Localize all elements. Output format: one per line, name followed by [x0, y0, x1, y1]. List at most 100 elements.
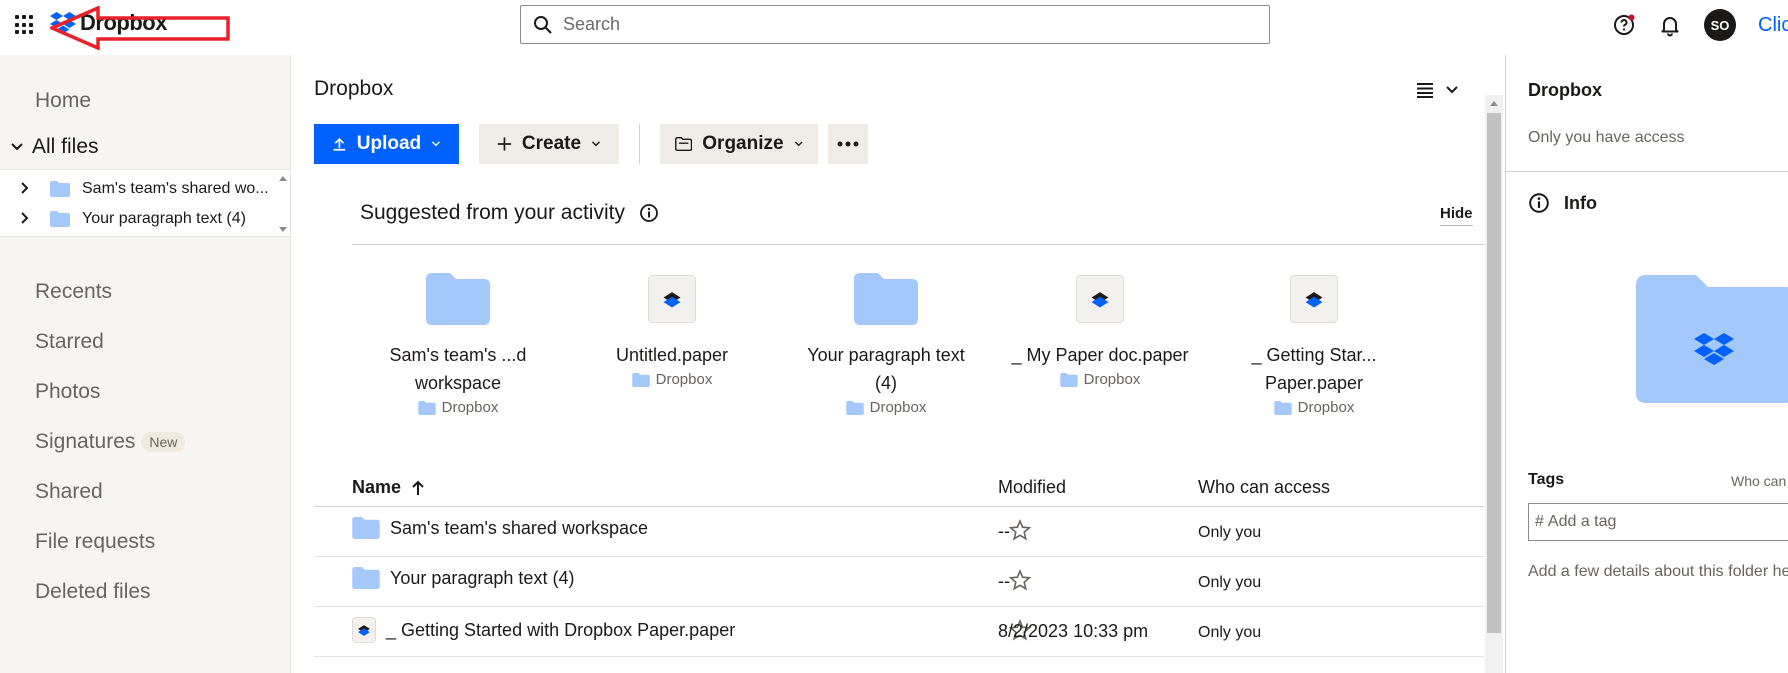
- info-icon[interactable]: [639, 203, 659, 223]
- access-cell: Only you: [1198, 524, 1262, 541]
- upload-label: Upload: [356, 133, 422, 154]
- tile-name: Your paragraph text (4): [807, 345, 965, 393]
- folder-icon: [854, 273, 918, 325]
- sidebar-item-starred[interactable]: Starred: [35, 330, 104, 354]
- chevron-right-icon[interactable]: [20, 211, 40, 227]
- search-bar[interactable]: [520, 5, 1270, 44]
- paper-doc-icon: [648, 275, 696, 323]
- tile-name: Sam's team's ...d workspace: [389, 345, 527, 393]
- folder-icon: [1059, 372, 1078, 387]
- paper-doc-icon: [352, 617, 376, 643]
- file-table-header: Name Modified Who can access: [314, 467, 1484, 507]
- folder-icon: [426, 273, 490, 325]
- sort-ascending-icon: [412, 480, 424, 495]
- file-name-cell[interactable]: Your paragraph text (4): [352, 567, 574, 589]
- file-name-cell[interactable]: Sam's team's shared workspace: [352, 517, 648, 539]
- table-row[interactable]: Sam's team's shared workspace -- Only yo…: [314, 507, 1484, 557]
- folder-tree: Sam's team's shared wo... Your paragraph…: [0, 169, 290, 237]
- tags-label: Tags: [1528, 471, 1565, 488]
- tree-scrollbar[interactable]: [278, 174, 288, 234]
- folder-icon: [352, 517, 380, 539]
- column-modified[interactable]: Modified: [998, 477, 1066, 498]
- sidebar-item-signatures[interactable]: Signatures New: [35, 430, 186, 454]
- sidebar-item-photos[interactable]: Photos: [35, 380, 100, 404]
- folder-icon: [50, 181, 70, 197]
- suggested-tile[interactable]: Sam's team's ...d workspace Dropbox: [358, 267, 558, 416]
- suggested-tile[interactable]: Your paragraph text (4) Dropbox: [786, 267, 986, 416]
- upload-icon: [333, 137, 346, 151]
- scroll-thumb[interactable]: [1487, 113, 1501, 633]
- chevron-right-icon[interactable]: [20, 181, 40, 197]
- chevron-down-icon: [432, 141, 441, 147]
- tree-item-sams-team[interactable]: Sam's team's shared wo...: [0, 174, 278, 204]
- info-section-toggle[interactable]: Info: [1528, 192, 1597, 214]
- sidebar-item-recents[interactable]: Recents: [35, 280, 112, 304]
- sidebar-item-all-files[interactable]: All files: [10, 135, 99, 159]
- column-name[interactable]: Name: [352, 477, 425, 498]
- chevron-down-icon[interactable]: [10, 140, 24, 154]
- top-bar: Dropbox SO Click: [0, 0, 1788, 55]
- create-button[interactable]: Create: [479, 124, 619, 164]
- suggested-title: Suggested from your activity: [360, 201, 625, 224]
- access-cell: Only you: [1198, 624, 1262, 641]
- organize-button[interactable]: Organize: [660, 124, 818, 164]
- hash-icon: #: [1535, 513, 1544, 530]
- star-icon[interactable]: [1009, 569, 1031, 591]
- main-scrollbar[interactable]: [1485, 95, 1503, 673]
- table-row[interactable]: Your paragraph text (4) -- Only you: [314, 557, 1484, 607]
- upgrade-link[interactable]: Click: [1758, 14, 1788, 37]
- tile-location: Dropbox: [1000, 371, 1200, 388]
- tree-item-paragraph-text[interactable]: Your paragraph text (4): [0, 204, 278, 234]
- tile-location: Dropbox: [786, 399, 986, 416]
- tag-input-field[interactable]: #: [1528, 503, 1788, 541]
- plus-icon: [497, 137, 512, 151]
- scroll-up-icon[interactable]: [1485, 97, 1503, 111]
- sidebar: Home All files Sam's team's shared wo...…: [0, 55, 291, 673]
- details-hint[interactable]: Add a few details about this folder he: [1528, 563, 1788, 581]
- paper-doc-icon: [1076, 275, 1124, 323]
- help-icon[interactable]: [1612, 13, 1636, 37]
- hide-suggestions-link[interactable]: Hide: [1440, 205, 1473, 226]
- tree-item-label: Sam's team's shared wo...: [82, 180, 269, 197]
- app-grid-icon[interactable]: [15, 15, 35, 35]
- suggested-tile[interactable]: Untitled.paper Dropbox: [572, 267, 772, 388]
- sidebar-item-label: All files: [32, 135, 99, 158]
- folder-icon: [352, 567, 380, 589]
- upload-button[interactable]: Upload: [314, 124, 459, 164]
- access-cell: Only you: [1198, 574, 1262, 591]
- column-who-can-access: Who can access: [1198, 477, 1331, 497]
- sidebar-item-file-requests[interactable]: File requests: [35, 530, 155, 554]
- search-input[interactable]: [563, 14, 1243, 35]
- folder-icon: [1273, 400, 1292, 415]
- notification-bell-icon[interactable]: [1658, 13, 1682, 37]
- file-name-cell[interactable]: _ Getting Started with Dropbox Paper.pap…: [352, 617, 735, 643]
- suggested-heading: Suggested from your activity: [360, 201, 659, 225]
- sidebar-item-shared[interactable]: Shared: [35, 480, 103, 504]
- tile-location: Dropbox: [572, 371, 772, 388]
- suggested-divider: [352, 244, 1486, 245]
- top-right-controls: SO Click: [1612, 9, 1788, 41]
- sidebar-item-label: Signatures: [35, 430, 136, 453]
- chevron-down-icon: [794, 141, 803, 147]
- table-row[interactable]: _ Getting Started with Dropbox Paper.pap…: [314, 607, 1484, 657]
- view-toggle[interactable]: [1415, 81, 1459, 99]
- info-icon: [1529, 193, 1549, 213]
- folder-icon: [417, 400, 436, 415]
- tag-input[interactable]: [1547, 513, 1788, 531]
- more-actions-button[interactable]: [828, 124, 868, 164]
- sidebar-item-deleted-files[interactable]: Deleted files: [35, 580, 151, 604]
- folder-icon: [50, 211, 70, 227]
- sidebar-item-home[interactable]: Home: [35, 89, 91, 113]
- page-title: Dropbox: [314, 77, 394, 100]
- modified-cell: --: [998, 521, 1010, 541]
- tile-location: Dropbox: [358, 399, 558, 416]
- details-title: Dropbox: [1528, 80, 1602, 100]
- avatar[interactable]: SO: [1704, 9, 1736, 41]
- paper-doc-icon: [1290, 275, 1338, 323]
- suggested-tile[interactable]: _ Getting Star... Paper.paper Dropbox: [1214, 267, 1414, 416]
- organize-label: Organize: [702, 133, 784, 154]
- suggested-tile[interactable]: _ My Paper doc.paper Dropbox: [1000, 267, 1200, 388]
- tile-name: _ My Paper doc.paper: [1011, 345, 1189, 365]
- star-icon[interactable]: [1009, 519, 1031, 541]
- folder-icon: [631, 372, 650, 387]
